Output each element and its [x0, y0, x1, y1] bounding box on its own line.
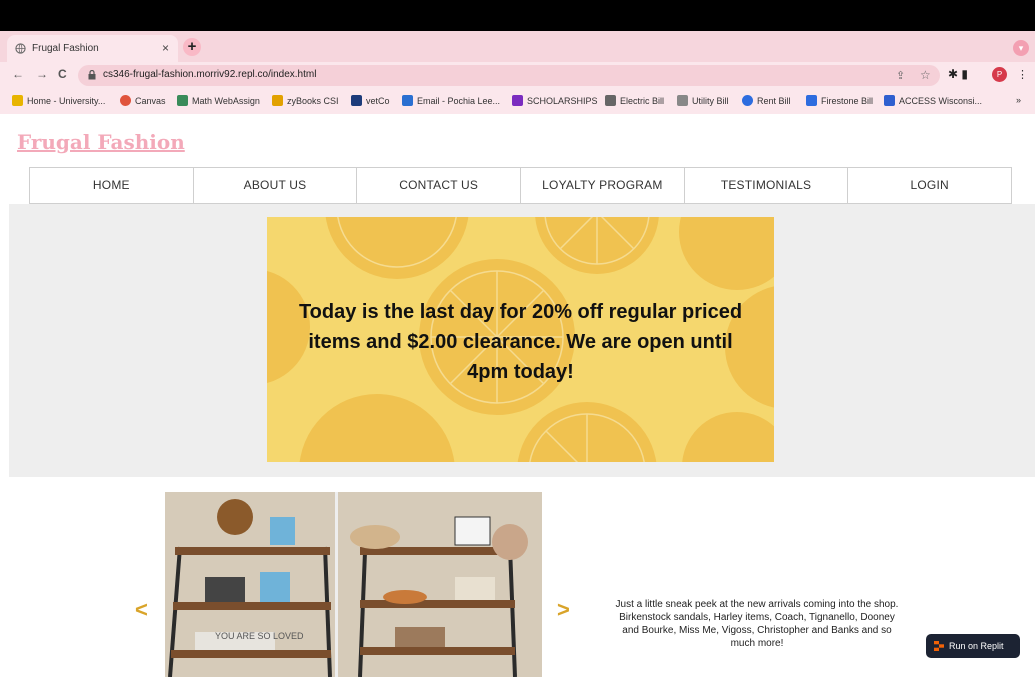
reload-button[interactable]: C: [58, 67, 67, 81]
bookmark-item[interactable]: Math WebAssign: [177, 95, 260, 106]
bookmark-item[interactable]: ACCESS Wisconsi...: [884, 95, 982, 106]
back-button[interactable]: ←: [12, 67, 24, 81]
web-page: Frugal Fashion HOME ABOUT US CONTACT US …: [0, 114, 1035, 681]
bookmark-favicon-icon: [177, 95, 188, 106]
bookmark-favicon-icon: [605, 95, 616, 106]
carousel-caption: Just a little sneak peek at the new arri…: [615, 599, 899, 649]
shelves-illustration: [165, 492, 542, 677]
new-arrivals-carousel: < YOU ARE SO LOVED > Just a little sneak…: [0, 477, 1035, 681]
address-bar-row: ← → C cs346-frugal-fashion.morriv92.repl…: [0, 62, 1035, 88]
bookmarks-bar: Home - University... Canvas Math WebAssi…: [0, 88, 1035, 114]
run-on-replit-button[interactable]: Run on Replit: [926, 634, 1020, 658]
bookmark-item[interactable]: Canvas: [120, 95, 166, 106]
bookmark-favicon-icon: [884, 95, 895, 106]
extensions-icon[interactable]: ✱ ▮: [948, 67, 968, 81]
bookmark-favicon-icon: [351, 95, 362, 106]
replit-logo-icon: [934, 641, 944, 651]
bookmark-favicon-icon: [677, 95, 688, 106]
url-text: cs346-frugal-fashion.morriv92.repl.co/in…: [103, 69, 317, 80]
site-logo[interactable]: Frugal Fashion: [17, 130, 185, 154]
nav-contact-us[interactable]: CONTACT US: [357, 168, 522, 203]
carousel-prev-button[interactable]: <: [135, 597, 148, 623]
promo-banner: Today is the last day for 20% off regula…: [267, 217, 774, 462]
banner-section: Today is the last day for 20% off regula…: [9, 204, 1035, 477]
lock-icon: [88, 70, 96, 80]
browser-menu-icon[interactable]: ⋮: [1017, 68, 1028, 81]
nav-about-us[interactable]: ABOUT US: [194, 168, 358, 203]
bookmark-item[interactable]: SCHOLARSHIPS: [512, 95, 598, 106]
bookmark-favicon-icon: [272, 95, 283, 106]
globe-icon: [15, 43, 26, 54]
forward-button[interactable]: →: [36, 67, 48, 81]
nav-loyalty-program[interactable]: LOYALTY PROGRAM: [521, 168, 685, 203]
bookmark-item[interactable]: Rent Bill: [742, 95, 791, 106]
profile-avatar[interactable]: P: [992, 67, 1007, 82]
bookmark-favicon-icon: [120, 95, 131, 106]
carousel-next-button[interactable]: >: [557, 597, 570, 623]
bookmark-favicon-icon: [402, 95, 413, 106]
photo-sign-text: YOU ARE SO LOVED: [215, 631, 304, 641]
bookmark-favicon-icon: [12, 95, 23, 106]
bookmark-item[interactable]: Utility Bill: [677, 95, 729, 106]
nav-login[interactable]: LOGIN: [848, 168, 1011, 203]
share-icon[interactable]: ⇪: [896, 69, 905, 82]
bookmark-item[interactable]: Home - University...: [12, 95, 105, 106]
new-tab-button[interactable]: +: [183, 38, 201, 56]
close-tab-icon[interactable]: ×: [162, 41, 169, 55]
bookmark-item[interactable]: vetCo: [351, 95, 390, 106]
bookmark-favicon-icon: [512, 95, 523, 106]
nav-testimonials[interactable]: TESTIMONIALS: [685, 168, 849, 203]
bookmark-item[interactable]: zyBooks CSI: [272, 95, 339, 106]
nav-home[interactable]: HOME: [30, 168, 194, 203]
main-nav: HOME ABOUT US CONTACT US LOYALTY PROGRAM…: [29, 167, 1012, 204]
more-bookmarks-button[interactable]: »: [1016, 95, 1021, 105]
tab-title: Frugal Fashion: [32, 43, 99, 54]
run-on-replit-label: Run on Replit: [949, 641, 1004, 651]
bookmark-item[interactable]: Email - Pochia Lee...: [402, 95, 500, 106]
browser-tab[interactable]: Frugal Fashion ×: [7, 35, 178, 62]
tab-strip: Frugal Fashion × +: [0, 31, 1035, 62]
bookmark-favicon-icon: [742, 95, 753, 106]
omnibox[interactable]: cs346-frugal-fashion.morriv92.repl.co/in…: [78, 65, 940, 86]
store-shelves-photo: YOU ARE SO LOVED: [165, 492, 542, 677]
top-black-bar: [0, 0, 1035, 31]
chevron-down-icon[interactable]: ▾: [1013, 40, 1029, 56]
promo-message: Today is the last day for 20% off regula…: [298, 301, 743, 383]
bookmark-star-icon[interactable]: ☆: [920, 68, 931, 82]
bookmark-favicon-icon: [806, 95, 817, 106]
bookmark-item[interactable]: Electric Bill: [605, 95, 664, 106]
bookmark-item[interactable]: Firestone Bill: [806, 95, 873, 106]
